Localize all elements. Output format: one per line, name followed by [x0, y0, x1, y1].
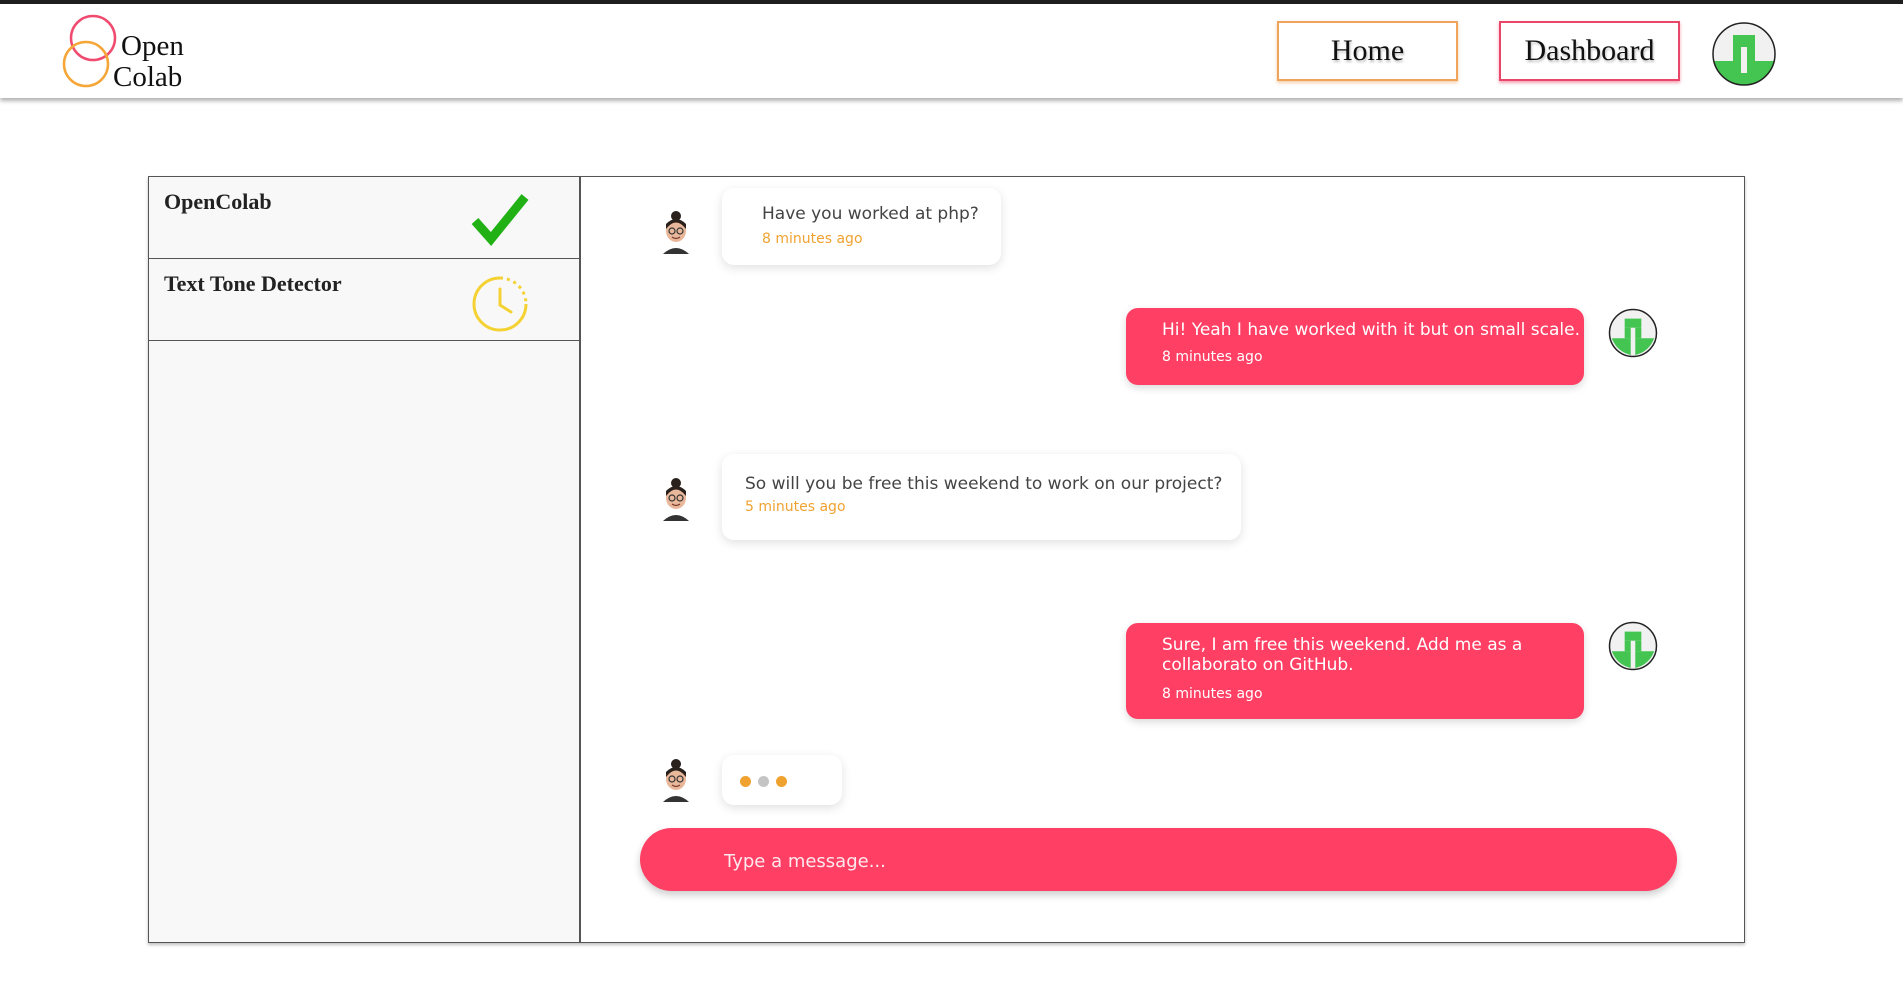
message-time: 8 minutes ago — [1162, 686, 1263, 702]
typing-dot — [776, 776, 787, 787]
message-input[interactable] — [722, 840, 1656, 882]
message-time: 8 minutes ago — [1162, 349, 1263, 365]
green-identicon-icon — [1712, 22, 1776, 86]
message-bubble-incoming: So will you be free this weekend to work… — [722, 454, 1241, 540]
clock-icon — [472, 276, 528, 332]
message-bubble-outgoing: Hi! Yeah I have worked with it but on sm… — [1126, 308, 1584, 385]
typing-indicator — [722, 755, 842, 805]
message-time: 8 minutes ago — [762, 231, 863, 247]
message-bubble-incoming: Have you worked at php? 8 minutes ago — [722, 188, 1001, 265]
project-name: OpenColab — [164, 189, 272, 214]
bitmoji-avatar-icon — [663, 211, 689, 254]
bitmoji-avatar-icon — [663, 478, 689, 521]
typing-dot — [758, 776, 769, 787]
green-identicon-icon — [1608, 621, 1658, 671]
project-item-opencolab[interactable]: OpenColab — [149, 177, 579, 259]
project-name: Text Tone Detector — [164, 271, 342, 296]
message-time: 5 minutes ago — [745, 499, 846, 515]
navbar: Open Colab Home Dashboard — [0, 4, 1903, 98]
green-identicon-icon — [1608, 308, 1658, 358]
dashboard-button[interactable]: Dashboard — [1499, 21, 1680, 81]
typing-dot — [740, 776, 751, 787]
bitmoji-avatar-icon — [663, 759, 689, 802]
project-chat-panel: OpenColab Text Tone Detector Have you wo… — [148, 176, 1745, 943]
message-bubble-outgoing: Sure, I am free this weekend. Add me as … — [1126, 623, 1584, 719]
checkmark-icon — [471, 194, 529, 246]
chat-area: Have you worked at php? 8 minutes ago Hi… — [581, 177, 1744, 942]
opencolab-logo[interactable]: Open Colab — [62, 14, 202, 94]
logo-text-colab: Colab — [113, 61, 183, 93]
message-text: Hi! Yeah I have worked with it but on sm… — [1162, 320, 1580, 340]
project-sidebar: OpenColab Text Tone Detector — [149, 177, 581, 942]
logo-text-open: Open — [121, 30, 184, 62]
user-avatar[interactable] — [1711, 21, 1777, 87]
message-composer — [640, 828, 1677, 891]
project-item-text-tone-detector[interactable]: Text Tone Detector — [149, 259, 579, 341]
home-button[interactable]: Home — [1277, 21, 1458, 81]
message-text: Sure, I am free this weekend. Add me as … — [1162, 635, 1523, 675]
message-text: So will you be free this weekend to work… — [745, 474, 1223, 494]
message-text: Have you worked at php? — [762, 204, 979, 224]
